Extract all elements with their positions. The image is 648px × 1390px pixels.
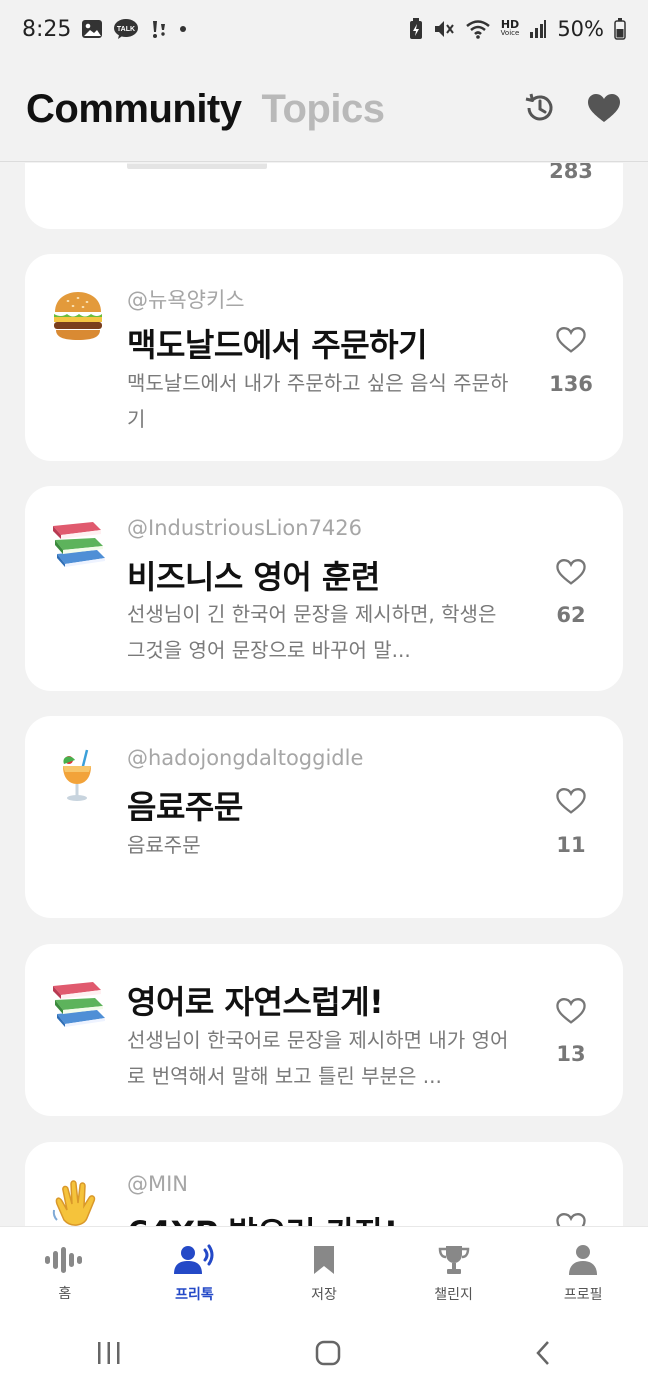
nav-profile[interactable]: 프로필 — [533, 1244, 633, 1304]
nav-label: 홈 — [58, 1285, 72, 1302]
topic-card[interactable]: 영어로 자연스럽게! 선생님이 한국어로 문장을 제시하면 내가 영어로 번역해… — [25, 944, 623, 1116]
favorites-heart-icon[interactable] — [586, 92, 622, 128]
battery-icon — [614, 18, 626, 40]
card-title: 64XP 받으러 가자! — [127, 1208, 398, 1226]
books-icon — [51, 518, 107, 574]
like-count: 136 — [549, 372, 593, 396]
notification-app-icon — [149, 18, 169, 40]
trophy-icon — [438, 1244, 470, 1280]
mute-icon — [433, 18, 455, 40]
like-count: 11 — [556, 833, 586, 857]
card-description: 선생님이 긴 한국어 문장을 제시하면, 학생은 그것을 영어 문장으로 바꾸어… — [127, 602, 497, 662]
history-icon[interactable] — [522, 90, 558, 130]
heart-outline-icon[interactable] — [549, 1212, 593, 1226]
status-right: HD Voice 50% — [409, 17, 626, 41]
card-description — [127, 163, 267, 169]
tab-community[interactable]: Community — [26, 87, 242, 132]
waving-hand-icon — [51, 1174, 107, 1226]
more-notifications-dot-icon — [179, 25, 187, 33]
like-count: 13 — [556, 1042, 586, 1066]
header-actions — [522, 90, 622, 130]
nav-label: 저장 — [311, 1286, 337, 1303]
nav-label: 챌린지 — [434, 1286, 473, 1303]
system-nav-bar — [0, 1320, 648, 1390]
svg-text:TALK: TALK — [117, 26, 135, 33]
card-author: @뉴욕양키스 — [127, 288, 245, 312]
nav-freetalk[interactable]: 프리톡 — [144, 1244, 244, 1304]
wifi-icon — [465, 18, 491, 40]
voice-wave-icon — [43, 1245, 87, 1279]
tab-topics[interactable]: Topics — [262, 87, 385, 132]
battery-percent: 50% — [557, 17, 604, 41]
topics-feed[interactable]: 283 @뉴욕양키스 맥도날드에서 주문하기 맥도날드에서 내가 주문하고 싶은… — [0, 163, 648, 1226]
card-author: @MIN — [127, 1172, 189, 1196]
card-title: 비즈니스 영어 훈련 — [127, 558, 380, 596]
nav-label: 프로필 — [563, 1286, 603, 1303]
topic-card[interactable]: @뉴욕양키스 맥도날드에서 주문하기 맥도날드에서 내가 주문하고 싶은 음식 … — [25, 254, 623, 461]
nav-saved[interactable]: 저장 — [274, 1244, 374, 1304]
card-description: 음료주문 — [127, 833, 201, 857]
card-description: 맥도날드에서 내가 주문하고 싶은 음식 주문하기 — [127, 371, 509, 431]
topic-card[interactable]: 283 — [25, 163, 623, 229]
bookmark-icon — [311, 1244, 337, 1280]
like-count: 283 — [549, 163, 593, 183]
kakaotalk-icon: TALK — [113, 18, 139, 40]
status-left: 8:25 TALK — [22, 17, 187, 42]
heart-outline-icon[interactable] — [549, 326, 593, 358]
app-header: Community Topics — [0, 58, 648, 162]
topic-card[interactable]: @MIN 64XP 받으러 가자! — [25, 1142, 623, 1226]
card-title: 맥도날드에서 주문하기 — [127, 326, 428, 364]
signal-icon — [529, 19, 547, 39]
gallery-icon — [81, 19, 103, 39]
person-icon — [568, 1244, 598, 1280]
heart-outline-icon[interactable] — [549, 558, 593, 590]
card-author: @hadojongdaltoggidle — [127, 746, 364, 770]
nav-challenge[interactable]: 챌린지 — [404, 1244, 504, 1304]
heart-outline-icon[interactable] — [549, 787, 593, 819]
burger-icon — [51, 290, 107, 346]
books-icon — [51, 978, 107, 1034]
card-title: 음료주문 — [127, 788, 243, 826]
voice-label: Voice — [500, 29, 520, 37]
recent-apps-icon[interactable] — [95, 1340, 123, 1370]
card-description: 선생님이 한국어로 문장을 제시하면 내가 영어로 번역해서 말해 보고 틀린 … — [127, 1028, 509, 1088]
home-button-icon[interactable] — [314, 1339, 342, 1371]
status-bar: 8:25 TALK HD Voice 50% — [0, 0, 648, 58]
nav-home[interactable]: 홈 — [15, 1245, 115, 1303]
nav-label: 프리톡 — [175, 1286, 214, 1303]
back-icon[interactable] — [533, 1339, 553, 1371]
tropical-drink-icon — [51, 748, 107, 804]
hd-voice-icon: HD Voice — [500, 18, 520, 38]
heart-outline-icon[interactable] — [549, 997, 593, 1029]
status-time: 8:25 — [22, 16, 72, 42]
battery-saver-icon — [409, 18, 423, 40]
topic-card[interactable]: @IndustriousLion7426 비즈니스 영어 훈련 선생님이 긴 한… — [25, 486, 623, 691]
card-title: 영어로 자연스럽게! — [127, 983, 384, 1021]
talking-person-icon — [172, 1244, 216, 1280]
bottom-nav: 홈 프리톡 저장 챌린지 프로필 — [0, 1226, 648, 1320]
topic-card[interactable]: @hadojongdaltoggidle 음료주문 음료주문 11 — [25, 716, 623, 918]
hd-label: HD — [500, 18, 520, 31]
like-count: 62 — [556, 603, 586, 627]
card-author: @IndustriousLion7426 — [127, 516, 363, 540]
